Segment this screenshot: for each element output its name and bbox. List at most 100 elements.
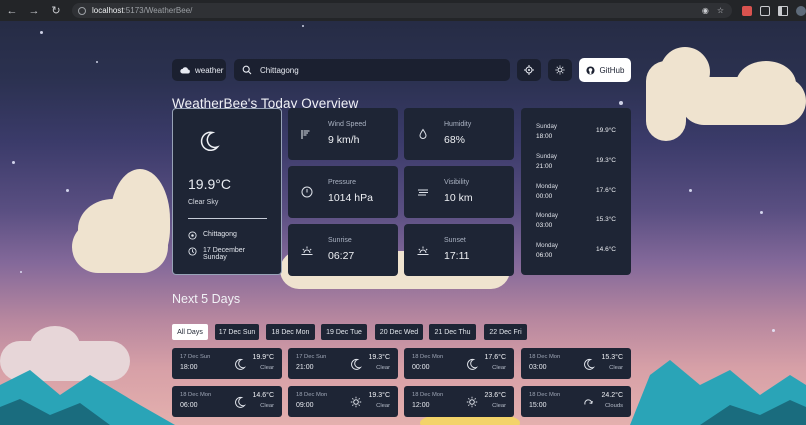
hourly-temp: 17.6°C	[596, 187, 616, 194]
forecast-time: 00:00	[412, 364, 430, 371]
location-permission-icon[interactable]: ◉	[702, 6, 709, 15]
hourly-temp: 14.6°C	[596, 246, 616, 253]
moon-icon	[351, 358, 362, 370]
filter-tab-day[interactable]: 19 Dec Tue	[321, 324, 367, 340]
hourly-temp: 19.9°C	[596, 127, 616, 134]
github-icon	[585, 65, 595, 75]
star-decoration	[96, 61, 98, 63]
forecast-condition: Clear	[492, 365, 506, 371]
star-decoration	[302, 25, 304, 27]
fog-lines-icon	[418, 189, 428, 196]
star-decoration	[20, 271, 22, 273]
forecast-card[interactable]: 18 Dec Mon 06:00 14.6°C Clear	[172, 386, 282, 417]
search-bar[interactable]	[234, 59, 510, 81]
side-panel-icon[interactable]	[778, 5, 788, 16]
location-name: Chittagong	[203, 231, 237, 238]
address-bar[interactable]: localhost:5173/WeatherBee/ ◉ ☆	[72, 3, 732, 18]
star-decoration	[619, 101, 623, 105]
forecast-time: 06:00	[180, 402, 198, 409]
bookmark-star-icon[interactable]: ☆	[717, 6, 724, 15]
forecast-card[interactable]: 17 Dec Sun 18:00 19.9°C Clear	[172, 348, 282, 379]
stat-label: Humidity	[444, 121, 472, 128]
forecast-condition: Clear	[260, 403, 274, 409]
forecast-temp: 23.6°C	[484, 392, 506, 399]
forecast-time: 03:00	[529, 364, 547, 371]
back-icon[interactable]: ←	[6, 5, 18, 17]
forecast-date: 17 Dec Sun	[180, 354, 211, 360]
stat-card-sunset: Sunset 17:11	[404, 224, 514, 276]
forecast-temp: 17.6°C	[484, 354, 506, 361]
stat-card-humidity: Humidity 68%	[404, 108, 514, 160]
forecast-card[interactable]: 17 Dec Sun 21:00 19.3°C Clear	[288, 348, 398, 379]
search-icon	[242, 65, 252, 75]
hourly-slot: Monday 03:00	[536, 212, 559, 229]
stat-card-sunrise: Sunrise 06:27	[288, 224, 398, 276]
date-line: 17 December	[203, 247, 246, 254]
forecast-time: 18:00	[180, 364, 198, 371]
forecast-temp: 24.2°C	[601, 392, 623, 399]
wind-icon	[301, 130, 310, 139]
forecast-temp: 14.6°C	[252, 392, 274, 399]
hourly-temp: 15.3°C	[596, 216, 616, 223]
filter-tab-day[interactable]: 18 Dec Mon	[266, 324, 315, 340]
filter-tab-day[interactable]: 21 Dec Thu	[429, 324, 476, 340]
filter-tab-all-days[interactable]: All Days	[172, 324, 208, 340]
cloud-icon	[180, 67, 190, 74]
section-title-next-days: Next 5 Days	[172, 292, 241, 306]
forecast-card[interactable]: 18 Dec Mon 03:00 15.3°C Clear	[521, 348, 631, 379]
filter-tab-day[interactable]: 22 Dec Fri	[484, 324, 527, 340]
current-condition: Clear Sky	[188, 199, 219, 206]
forward-icon[interactable]: →	[28, 5, 40, 17]
stat-label: Sunset	[444, 237, 466, 244]
moon-icon	[235, 358, 246, 370]
star-decoration	[760, 211, 763, 214]
forecast-card[interactable]: 18 Dec Mon 15:00 24.2°C Clouds	[521, 386, 631, 417]
extension-red-icon[interactable]	[742, 5, 752, 16]
forecast-card[interactable]: 18 Dec Mon 09:00 19.3°C Clear	[288, 386, 398, 417]
droplet-icon	[419, 128, 427, 139]
forecast-time: 09:00	[296, 402, 314, 409]
hourly-slot: Sunday 18:00	[536, 123, 557, 140]
reload-icon[interactable]: ↻	[50, 5, 62, 17]
forecast-temp: 15.3°C	[601, 354, 623, 361]
calendar-icon	[188, 247, 197, 256]
extensions-puzzle-icon[interactable]	[760, 5, 770, 16]
stat-value: 06:27	[328, 250, 355, 262]
forecast-time: 15:00	[529, 402, 547, 409]
stat-label: Wind Speed	[328, 121, 367, 128]
forecast-date: 18 Dec Mon	[529, 392, 561, 398]
moon-icon	[235, 396, 246, 408]
theme-toggle-button[interactable]	[548, 59, 572, 81]
current-weather-card: 19.9°C Clear Sky Chittagong 17 December …	[172, 108, 282, 275]
location-row: Chittagong	[188, 231, 237, 240]
stat-card-wind: Wind Speed 9 km/h	[288, 108, 398, 160]
github-label: GitHub	[599, 65, 625, 75]
forecast-date: 17 Dec Sun	[296, 354, 327, 360]
hourly-slot: Monday 00:00	[536, 183, 559, 200]
forecast-card[interactable]: 18 Dec Mon 12:00 23.6°C Clear	[404, 386, 514, 417]
filter-tab-day[interactable]: 17 Dec Sun	[215, 324, 259, 340]
brand-label: weather	[195, 65, 224, 75]
stat-label: Visibility	[444, 179, 470, 186]
github-button[interactable]: GitHub	[579, 58, 631, 82]
forecast-condition: Clear	[609, 365, 623, 371]
sunrise-icon	[301, 246, 313, 255]
stat-label: Pressure	[328, 179, 357, 186]
brand-button[interactable]: weather	[172, 59, 226, 81]
gauge-icon	[301, 186, 313, 198]
forecast-temp: 19.9°C	[252, 354, 274, 361]
filter-tab-day[interactable]: 20 Dec Wed	[375, 324, 423, 340]
site-info-icon[interactable]	[78, 6, 86, 15]
stat-label: Sunrise	[328, 237, 352, 244]
forecast-card[interactable]: 18 Dec Mon 00:00 17.6°C Clear	[404, 348, 514, 379]
profile-avatar-icon[interactable]	[796, 5, 806, 16]
stat-value: 68%	[444, 134, 466, 146]
forecast-time: 21:00	[296, 364, 314, 371]
hourly-slot: Monday 06:00	[536, 242, 559, 259]
moon-icon	[584, 358, 595, 370]
stat-value: 17:11	[444, 250, 470, 262]
search-input[interactable]	[260, 65, 490, 75]
hourly-forecast-card: Sunday 18:00 19.9°C Sunday 21:00 19.3°C Mo…	[521, 108, 631, 275]
forecast-condition: Clear	[492, 403, 506, 409]
current-location-button[interactable]	[517, 59, 541, 81]
